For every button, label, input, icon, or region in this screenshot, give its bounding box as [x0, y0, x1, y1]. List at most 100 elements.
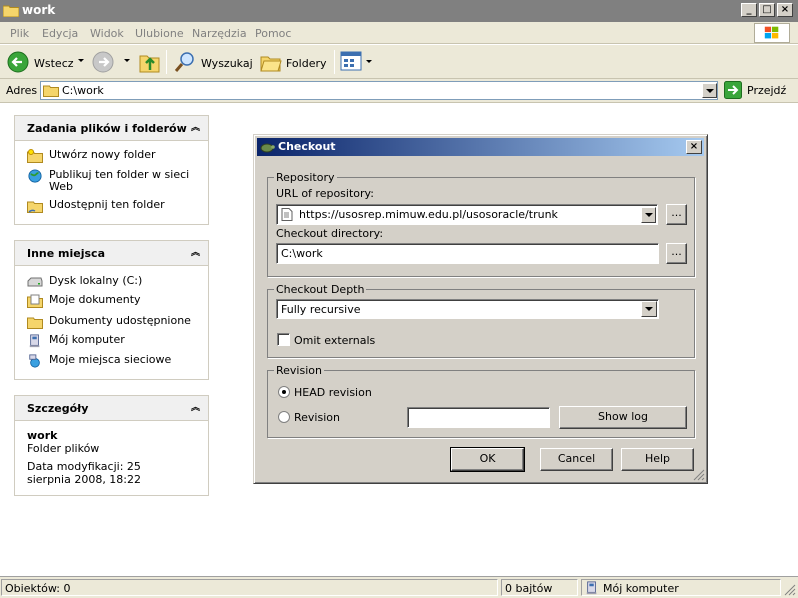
- details-name: work: [27, 429, 58, 442]
- tasks-panel-header[interactable]: Zadania plików i folderów ︽: [15, 116, 208, 141]
- folder-icon: [43, 85, 59, 97]
- folders-button[interactable]: Foldery: [258, 47, 328, 77]
- status-location-label: Mój komputer: [603, 582, 679, 595]
- url-label: URL of repository:: [276, 187, 374, 200]
- url-input[interactable]: https://usosrep.mimuw.edu.pl/usosoracle/…: [276, 204, 658, 225]
- resize-grip-icon[interactable]: [693, 469, 705, 481]
- menu-narzedzia[interactable]: Narzędzia: [192, 27, 247, 40]
- depth-select[interactable]: Fully recursive: [276, 299, 659, 319]
- hard-drive-icon: [27, 277, 43, 287]
- toolbar: Wstecz Wyszukaj Foldery: [0, 45, 798, 79]
- computer-icon: [29, 334, 40, 348]
- place-label: Dysk lokalny (C:): [49, 274, 143, 287]
- url-browse-button[interactable]: ...: [666, 204, 687, 225]
- globe-icon: [28, 169, 42, 183]
- up-folder-icon[interactable]: [139, 50, 161, 74]
- go-button[interactable]: Przejdź: [724, 81, 790, 100]
- cancel-button[interactable]: Cancel: [540, 448, 613, 471]
- menu-pomoc[interactable]: Pomoc: [255, 27, 291, 40]
- ok-button[interactable]: OK: [450, 447, 525, 472]
- show-log-button[interactable]: Show log: [559, 406, 687, 429]
- revision-group-label: Revision: [274, 364, 324, 377]
- minimize-button[interactable]: _: [741, 3, 757, 17]
- window-titlebar[interactable]: work _ □ ×: [0, 0, 798, 22]
- revision-input[interactable]: [407, 407, 550, 428]
- close-button[interactable]: ×: [777, 3, 793, 17]
- collapse-chevron-icon[interactable]: ︽: [191, 120, 200, 133]
- status-bar: Obiektów: 0 0 bajtów Mój komputer: [0, 576, 798, 598]
- revision-label[interactable]: Revision: [294, 411, 340, 424]
- collapse-chevron-icon[interactable]: ︽: [191, 245, 200, 258]
- task-new-folder[interactable]: Utwórz nowy folder: [27, 149, 156, 163]
- depth-group-label: Checkout Depth: [274, 283, 367, 296]
- head-revision-label[interactable]: HEAD revision: [294, 386, 372, 399]
- maximize-button[interactable]: □: [759, 3, 775, 17]
- depth-dropdown-button[interactable]: [641, 301, 657, 317]
- place-shared-documents[interactable]: Dokumenty udostępnione: [27, 315, 191, 329]
- documents-icon: [27, 294, 43, 308]
- menu-plik[interactable]: Plik: [10, 27, 29, 40]
- revision-radio[interactable]: [278, 411, 290, 423]
- url-dropdown-button[interactable]: [641, 207, 656, 223]
- places-panel-title: Inne miejsca: [27, 247, 105, 260]
- place-label: Mój komputer: [49, 333, 125, 346]
- new-folder-icon: [27, 149, 43, 163]
- task-share-folder[interactable]: Udostępnij ten folder: [27, 199, 165, 213]
- back-button[interactable]: Wstecz: [4, 47, 90, 77]
- views-button[interactable]: [340, 50, 374, 74]
- address-input[interactable]: C:\work: [40, 81, 718, 100]
- address-dropdown-button[interactable]: [702, 83, 717, 98]
- views-icon: [340, 51, 362, 71]
- views-dropdown-icon[interactable]: [366, 60, 372, 63]
- places-panel-header[interactable]: Inne miejsca ︽: [15, 241, 208, 266]
- details-panel-title: Szczegóły: [27, 402, 89, 415]
- menu-ulubione[interactable]: Ulubione: [135, 27, 184, 40]
- windows-logo-icon: [754, 23, 790, 43]
- details-type: Folder plików: [27, 442, 100, 455]
- task-publish-web[interactable]: Publikuj ten folder w sieci Web: [27, 169, 197, 193]
- tasks-panel-title: Zadania plików i folderów: [27, 122, 187, 135]
- details-modified: Data modyfikacji: 25 sierpnia 2008, 18:2…: [27, 460, 142, 486]
- omit-externals-label[interactable]: Omit externals: [294, 334, 375, 347]
- dir-input[interactable]: C:\work: [276, 243, 659, 264]
- help-button[interactable]: Help: [621, 448, 694, 471]
- folders-label: Foldery: [286, 57, 327, 70]
- go-arrow-icon: [724, 81, 742, 99]
- place-my-computer[interactable]: Mój komputer: [27, 334, 125, 348]
- place-local-disk[interactable]: Dysk lokalny (C:): [27, 275, 142, 289]
- search-button[interactable]: Wyszukaj: [172, 47, 254, 77]
- forward-button[interactable]: [92, 47, 132, 77]
- back-arrow-icon: [7, 51, 29, 73]
- checkout-dialog: Checkout × Repository URL of repository:…: [253, 134, 708, 484]
- address-value: C:\work: [62, 84, 104, 97]
- address-label: Adres: [6, 84, 38, 97]
- status-size: 0 bajtów: [501, 579, 578, 596]
- place-label: Dokumenty udostępnione: [49, 314, 191, 327]
- menu-edycja[interactable]: Edycja: [42, 27, 78, 40]
- dir-browse-button[interactable]: ...: [666, 243, 687, 264]
- collapse-chevron-icon[interactable]: ︽: [191, 400, 200, 413]
- dir-label: Checkout directory:: [276, 227, 384, 240]
- place-network[interactable]: Moje miejsca sieciowe: [27, 354, 171, 368]
- place-label: Moje miejsca sieciowe: [49, 353, 172, 366]
- dialog-titlebar[interactable]: Checkout ×: [257, 138, 704, 156]
- dialog-close-button[interactable]: ×: [686, 140, 702, 154]
- back-dropdown-icon[interactable]: [78, 59, 84, 62]
- task-label: Utwórz nowy folder: [49, 148, 156, 161]
- folder-icon: [3, 5, 19, 17]
- omit-externals-checkbox[interactable]: [277, 333, 290, 346]
- computer-icon: [586, 581, 597, 595]
- depth-value: Fully recursive: [281, 303, 361, 316]
- dialog-title: Checkout: [278, 140, 336, 153]
- share-folder-icon: [27, 201, 43, 213]
- resize-grip-icon[interactable]: [784, 584, 796, 596]
- search-label: Wyszukaj: [201, 57, 253, 70]
- place-my-documents[interactable]: Moje dokumenty: [27, 294, 141, 308]
- menu-widok[interactable]: Widok: [90, 27, 124, 40]
- window-title: work: [22, 3, 56, 17]
- forward-dropdown-icon[interactable]: [124, 59, 130, 62]
- search-icon: [174, 52, 194, 72]
- head-revision-radio[interactable]: [278, 386, 290, 398]
- go-label: Przejdź: [747, 84, 787, 97]
- details-panel-header[interactable]: Szczegóły ︽: [15, 396, 208, 421]
